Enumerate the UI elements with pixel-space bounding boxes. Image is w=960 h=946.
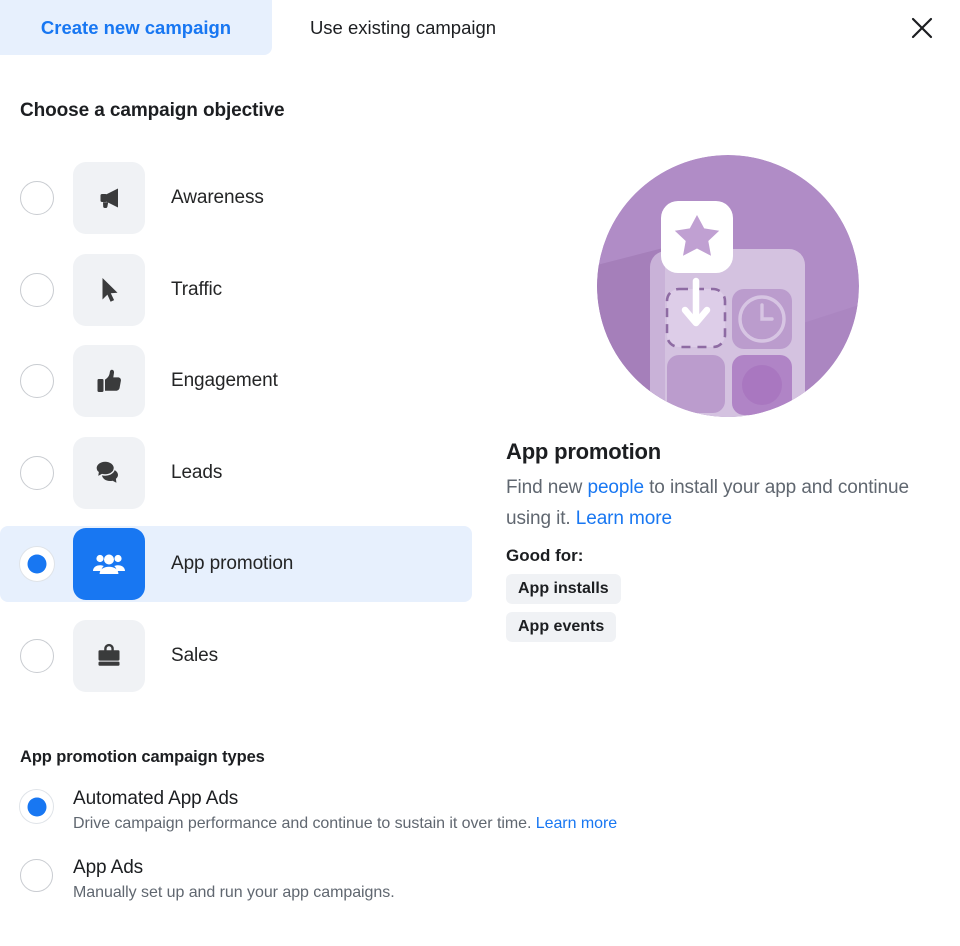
good-for-badges: App installs App events — [506, 574, 926, 650]
app-promotion-illustration — [597, 155, 859, 417]
briefcase-icon-tile — [73, 619, 145, 692]
objective-row-engagement[interactable]: Engagement — [0, 343, 472, 419]
campaign-types-list: Automated App Ads Drive campaign perform… — [20, 788, 800, 926]
campaign-objective-dialog: Create new campaign Use existing campaig… — [0, 0, 960, 946]
chat-bubbles-icon — [95, 459, 118, 483]
tab-create-label: Create new campaign — [40, 16, 232, 38]
close-button[interactable] — [902, 8, 942, 48]
objective-row-app-promotion[interactable]: App promotion — [0, 526, 472, 602]
objective-section-title: Choose a campaign objective — [20, 100, 285, 121]
objective-label: Engagement — [171, 370, 278, 391]
thumbs-up-icon-tile — [73, 345, 145, 417]
objective-list: Awareness Traffic Engagement Leads App p… — [0, 160, 472, 709]
objective-label: App promotion — [171, 553, 294, 574]
tab-create-new-campaign[interactable]: Create new campaign — [0, 0, 272, 55]
badge-row: App events — [506, 612, 926, 650]
campaign-type-description: Manually set up and run your app campaig… — [73, 884, 395, 902]
badge-row: App installs — [506, 574, 926, 612]
briefcase-icon — [98, 643, 120, 666]
campaign-type-texts: App Ads Manually set up and run your app… — [73, 857, 395, 902]
radio-engagement[interactable] — [20, 364, 54, 398]
radio-leads[interactable] — [20, 455, 54, 490]
tab-use-existing-campaign[interactable]: Use existing campaign — [272, 0, 534, 55]
objective-label: Awareness — [171, 187, 264, 208]
people-icon-tile — [73, 528, 145, 600]
objective-row-sales[interactable]: Sales — [0, 618, 472, 694]
people-icon — [93, 554, 125, 574]
radio-app-promotion[interactable] — [20, 547, 54, 581]
megaphone-icon-tile — [73, 162, 145, 234]
objective-label: Leads — [171, 461, 223, 483]
campaign-type-row-automated-app-ads[interactable]: Automated App Ads Drive campaign perform… — [20, 788, 800, 833]
radio-awareness[interactable] — [20, 181, 54, 215]
learn-more-link[interactable]: Learn more — [576, 508, 672, 529]
close-icon — [911, 17, 933, 39]
people-link[interactable]: people — [587, 477, 644, 498]
chat-bubbles-icon-tile — [73, 436, 145, 509]
campaign-type-title: Automated App Ads — [73, 788, 239, 809]
cursor-icon-tile — [73, 253, 145, 326]
campaign-type-desc-text: Manually set up and run your app campaig… — [73, 884, 395, 901]
radio-traffic[interactable] — [20, 272, 54, 307]
status-badge: App events — [506, 612, 617, 642]
objective-label: Sales — [171, 644, 219, 666]
objective-label: Traffic — [171, 278, 223, 300]
status-badge: App installs — [506, 574, 621, 604]
cursor-icon — [102, 277, 118, 302]
objective-detail-panel: App promotion Find new people to install… — [506, 155, 926, 650]
radio-automated-app-ads[interactable] — [20, 790, 53, 823]
campaign-types-title: App promotion campaign types — [20, 748, 265, 766]
app-promotion-illustration-svg — [597, 155, 859, 417]
tab-bar: Create new campaign Use existing campaig… — [0, 0, 960, 56]
campaign-type-title: App Ads — [73, 857, 144, 878]
radio-app-ads[interactable] — [20, 859, 53, 892]
megaphone-icon — [100, 188, 118, 209]
radio-sales[interactable] — [20, 638, 54, 673]
tab-existing-label: Use existing campaign — [309, 16, 497, 38]
campaign-type-desc-text: Drive campaign performance and continue … — [73, 815, 536, 832]
campaign-type-description: Drive campaign performance and continue … — [73, 815, 617, 833]
objective-row-awareness[interactable]: Awareness — [0, 160, 472, 236]
learn-more-link[interactable]: Learn more — [536, 815, 617, 832]
campaign-type-texts: Automated App Ads Drive campaign perform… — [73, 788, 617, 833]
good-for-label: Good for: — [506, 546, 584, 565]
detail-heading: App promotion — [506, 439, 662, 464]
detail-desc-part1: Find new — [506, 477, 588, 498]
detail-description: Find new people to install your app and … — [506, 472, 914, 534]
objective-row-traffic[interactable]: Traffic — [0, 252, 472, 328]
objective-row-leads[interactable]: Leads — [0, 435, 472, 511]
thumbs-up-icon — [97, 369, 121, 392]
campaign-type-row-app-ads[interactable]: App Ads Manually set up and run your app… — [20, 857, 800, 902]
